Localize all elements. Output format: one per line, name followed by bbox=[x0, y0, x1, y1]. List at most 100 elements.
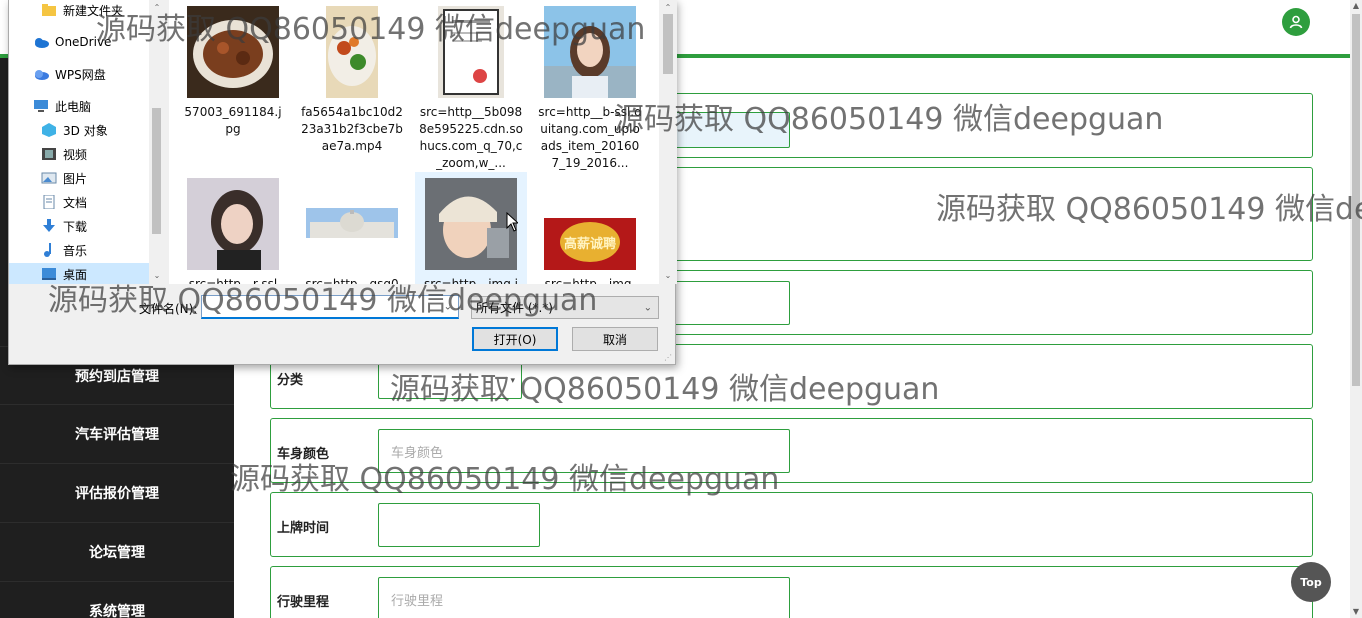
category-select[interactable]: ▾ bbox=[378, 363, 522, 399]
file-scrollbar[interactable]: ⌃ ⌄ bbox=[659, 0, 677, 284]
chevron-down-icon: ▾ bbox=[510, 376, 515, 386]
resize-grip-icon[interactable]: ⋰ bbox=[664, 353, 672, 362]
file-name: src=http__b-ssl.duitang.com_uploads_item… bbox=[538, 105, 642, 170]
scrollbar-thumb[interactable] bbox=[663, 14, 673, 74]
sidebar-item-forum[interactable]: 论坛管理 bbox=[0, 522, 234, 580]
music-icon bbox=[41, 243, 57, 257]
nav-item-this-pc[interactable]: 此电脑 bbox=[33, 95, 91, 117]
cancel-button[interactable]: 取消 bbox=[572, 327, 658, 351]
cube-icon bbox=[41, 123, 57, 137]
nav-item-documents[interactable]: 文档 bbox=[41, 191, 87, 213]
chevron-down-icon: ⌄ bbox=[643, 302, 652, 313]
file-item[interactable]: src=http__qsg0 bbox=[296, 178, 408, 284]
mouse-cursor-icon bbox=[506, 212, 518, 232]
scroll-down-icon[interactable]: ⌄ bbox=[662, 270, 674, 282]
scroll-down-icon[interactable]: ▼ bbox=[1350, 606, 1362, 618]
sidebar-item-car-evaluation[interactable]: 汽车评估管理 bbox=[0, 404, 234, 462]
mileage-placeholder: 行驶里程 bbox=[391, 593, 444, 609]
filetype-select[interactable]: 所有文件 (*.*) ⌄ bbox=[471, 296, 659, 319]
filename-input[interactable]: ⌄ bbox=[201, 295, 459, 319]
nav-item-label: 视频 bbox=[63, 147, 88, 162]
dialog-nav-pane: 新建文件夹 OneDrive WPS网盘 此电脑 3D 对象 视频 图片 文档 bbox=[9, 0, 164, 284]
filetype-value: 所有文件 (*.*) bbox=[476, 301, 553, 315]
file-item[interactable]: fa5654a1bc10d223a31b2f3cbe7bae7a.mp4 bbox=[296, 6, 408, 155]
nav-item-onedrive[interactable]: OneDrive bbox=[33, 31, 111, 53]
sidebar-item-label: 评估报价管理 bbox=[75, 485, 159, 502]
form-row-plate-date: 上牌时间 bbox=[270, 492, 1313, 557]
file-name: fa5654a1bc10d223a31b2f3cbe7bae7a.mp4 bbox=[301, 105, 403, 153]
form-row-color: 车身颜色 车身颜色 bbox=[270, 418, 1313, 483]
nav-item-new-folder[interactable]: 新建文件夹 bbox=[41, 0, 123, 21]
color-placeholder: 车身颜色 bbox=[391, 445, 444, 461]
scroll-up-icon[interactable]: ▲ bbox=[1350, 0, 1362, 12]
file-thumbnail bbox=[326, 6, 378, 98]
desktop-icon bbox=[41, 267, 57, 281]
nav-item-label: 文档 bbox=[63, 195, 88, 210]
filename-label: 文件名(N): bbox=[139, 302, 198, 316]
file-thumbnail bbox=[425, 178, 517, 270]
sidebar-item-label: 汽车评估管理 bbox=[75, 426, 159, 443]
sidebar-item-quote[interactable]: 评估报价管理 bbox=[0, 463, 234, 521]
file-open-dialog: 新建文件夹 OneDrive WPS网盘 此电脑 3D 对象 视频 图片 文档 bbox=[8, 0, 677, 365]
file-thumbnail: 高薪诚聘 bbox=[544, 218, 636, 270]
page-scrollbar[interactable]: ▲ ▼ bbox=[1350, 0, 1362, 618]
file-name: src=http__5b0988e595225.cdn.sohucs.com_q… bbox=[419, 105, 523, 170]
poster-text: 高薪诚聘 bbox=[564, 236, 616, 252]
sidebar-item-label: 论坛管理 bbox=[89, 544, 145, 561]
color-input[interactable]: 车身颜色 bbox=[378, 429, 790, 473]
file-name: src=http__img.i bbox=[424, 277, 518, 284]
file-item[interactable]: 高薪诚聘 src=http__img. bbox=[534, 178, 646, 284]
folder-icon bbox=[41, 3, 57, 17]
computer-icon bbox=[33, 99, 49, 113]
nav-item-desktop[interactable]: 桌面 bbox=[9, 263, 149, 284]
file-name: 57003_691184.jpg bbox=[184, 105, 282, 136]
scroll-up-icon[interactable]: ⌃ bbox=[662, 2, 674, 14]
cloud-icon bbox=[33, 67, 49, 81]
file-item[interactable]: 57003_691184.jpg bbox=[177, 6, 289, 138]
nav-item-pictures[interactable]: 图片 bbox=[41, 167, 87, 189]
scroll-up-icon[interactable]: ⌃ bbox=[151, 2, 163, 14]
nav-item-music[interactable]: 音乐 bbox=[41, 239, 87, 261]
file-thumbnail bbox=[438, 6, 504, 98]
file-item[interactable]: src=http__5b0988e595225.cdn.sohucs.com_q… bbox=[415, 6, 527, 172]
nav-item-label: 新建文件夹 bbox=[63, 3, 124, 18]
nav-item-wps[interactable]: WPS网盘 bbox=[33, 63, 106, 85]
plate-date-input[interactable] bbox=[378, 503, 540, 547]
mileage-label: 行驶里程 bbox=[277, 595, 330, 610]
file-thumbnail bbox=[187, 6, 279, 98]
sidebar-item-label: 系统管理 bbox=[89, 603, 145, 618]
sidebar-item-label: 预约到店管理 bbox=[75, 368, 159, 385]
video-icon bbox=[41, 147, 57, 161]
file-thumbnail bbox=[187, 178, 279, 270]
form-row-mileage: 行驶里程 行驶里程 bbox=[270, 566, 1313, 618]
download-icon bbox=[41, 219, 57, 233]
cloud-icon bbox=[33, 35, 49, 49]
nav-scrollbar[interactable]: ⌃ ⌄ bbox=[149, 0, 164, 284]
sidebar-item-system[interactable]: 系统管理 bbox=[0, 581, 234, 618]
nav-item-label: 下载 bbox=[63, 219, 88, 234]
scrollbar-thumb[interactable] bbox=[152, 108, 161, 234]
nav-item-downloads[interactable]: 下载 bbox=[41, 215, 87, 237]
nav-item-label: 3D 对象 bbox=[63, 123, 108, 138]
scroll-down-icon[interactable]: ⌄ bbox=[151, 270, 163, 282]
scrollbar-thumb[interactable] bbox=[1352, 14, 1360, 386]
file-item[interactable]: src=http__r-ssl bbox=[177, 178, 289, 284]
nav-item-label: 音乐 bbox=[63, 243, 88, 258]
nav-item-3d-objects[interactable]: 3D 对象 bbox=[41, 119, 108, 141]
chevron-down-icon[interactable]: ⌄ bbox=[444, 301, 452, 312]
back-to-top-button[interactable]: Top bbox=[1291, 562, 1331, 602]
nav-item-label: WPS网盘 bbox=[55, 67, 106, 82]
file-name: src=http__img. bbox=[544, 277, 636, 284]
document-icon bbox=[41, 194, 57, 210]
open-button[interactable]: 打开(O) bbox=[472, 327, 558, 351]
file-item[interactable]: src=http__b-ssl.duitang.com_uploads_item… bbox=[534, 6, 646, 172]
file-name: src=http__r-ssl bbox=[188, 277, 278, 284]
file-name: src=http__qsg0 bbox=[305, 277, 399, 284]
user-avatar-icon[interactable] bbox=[1282, 8, 1310, 36]
nav-item-label: 桌面 bbox=[63, 267, 88, 282]
nav-item-videos[interactable]: 视频 bbox=[41, 143, 87, 165]
dialog-file-pane: 57003_691184.jpg fa5654a1bc10d223a31b2f3… bbox=[169, 0, 677, 284]
mileage-input[interactable]: 行驶里程 bbox=[378, 577, 790, 618]
file-thumbnail bbox=[306, 208, 398, 238]
nav-item-label: 图片 bbox=[63, 171, 88, 186]
